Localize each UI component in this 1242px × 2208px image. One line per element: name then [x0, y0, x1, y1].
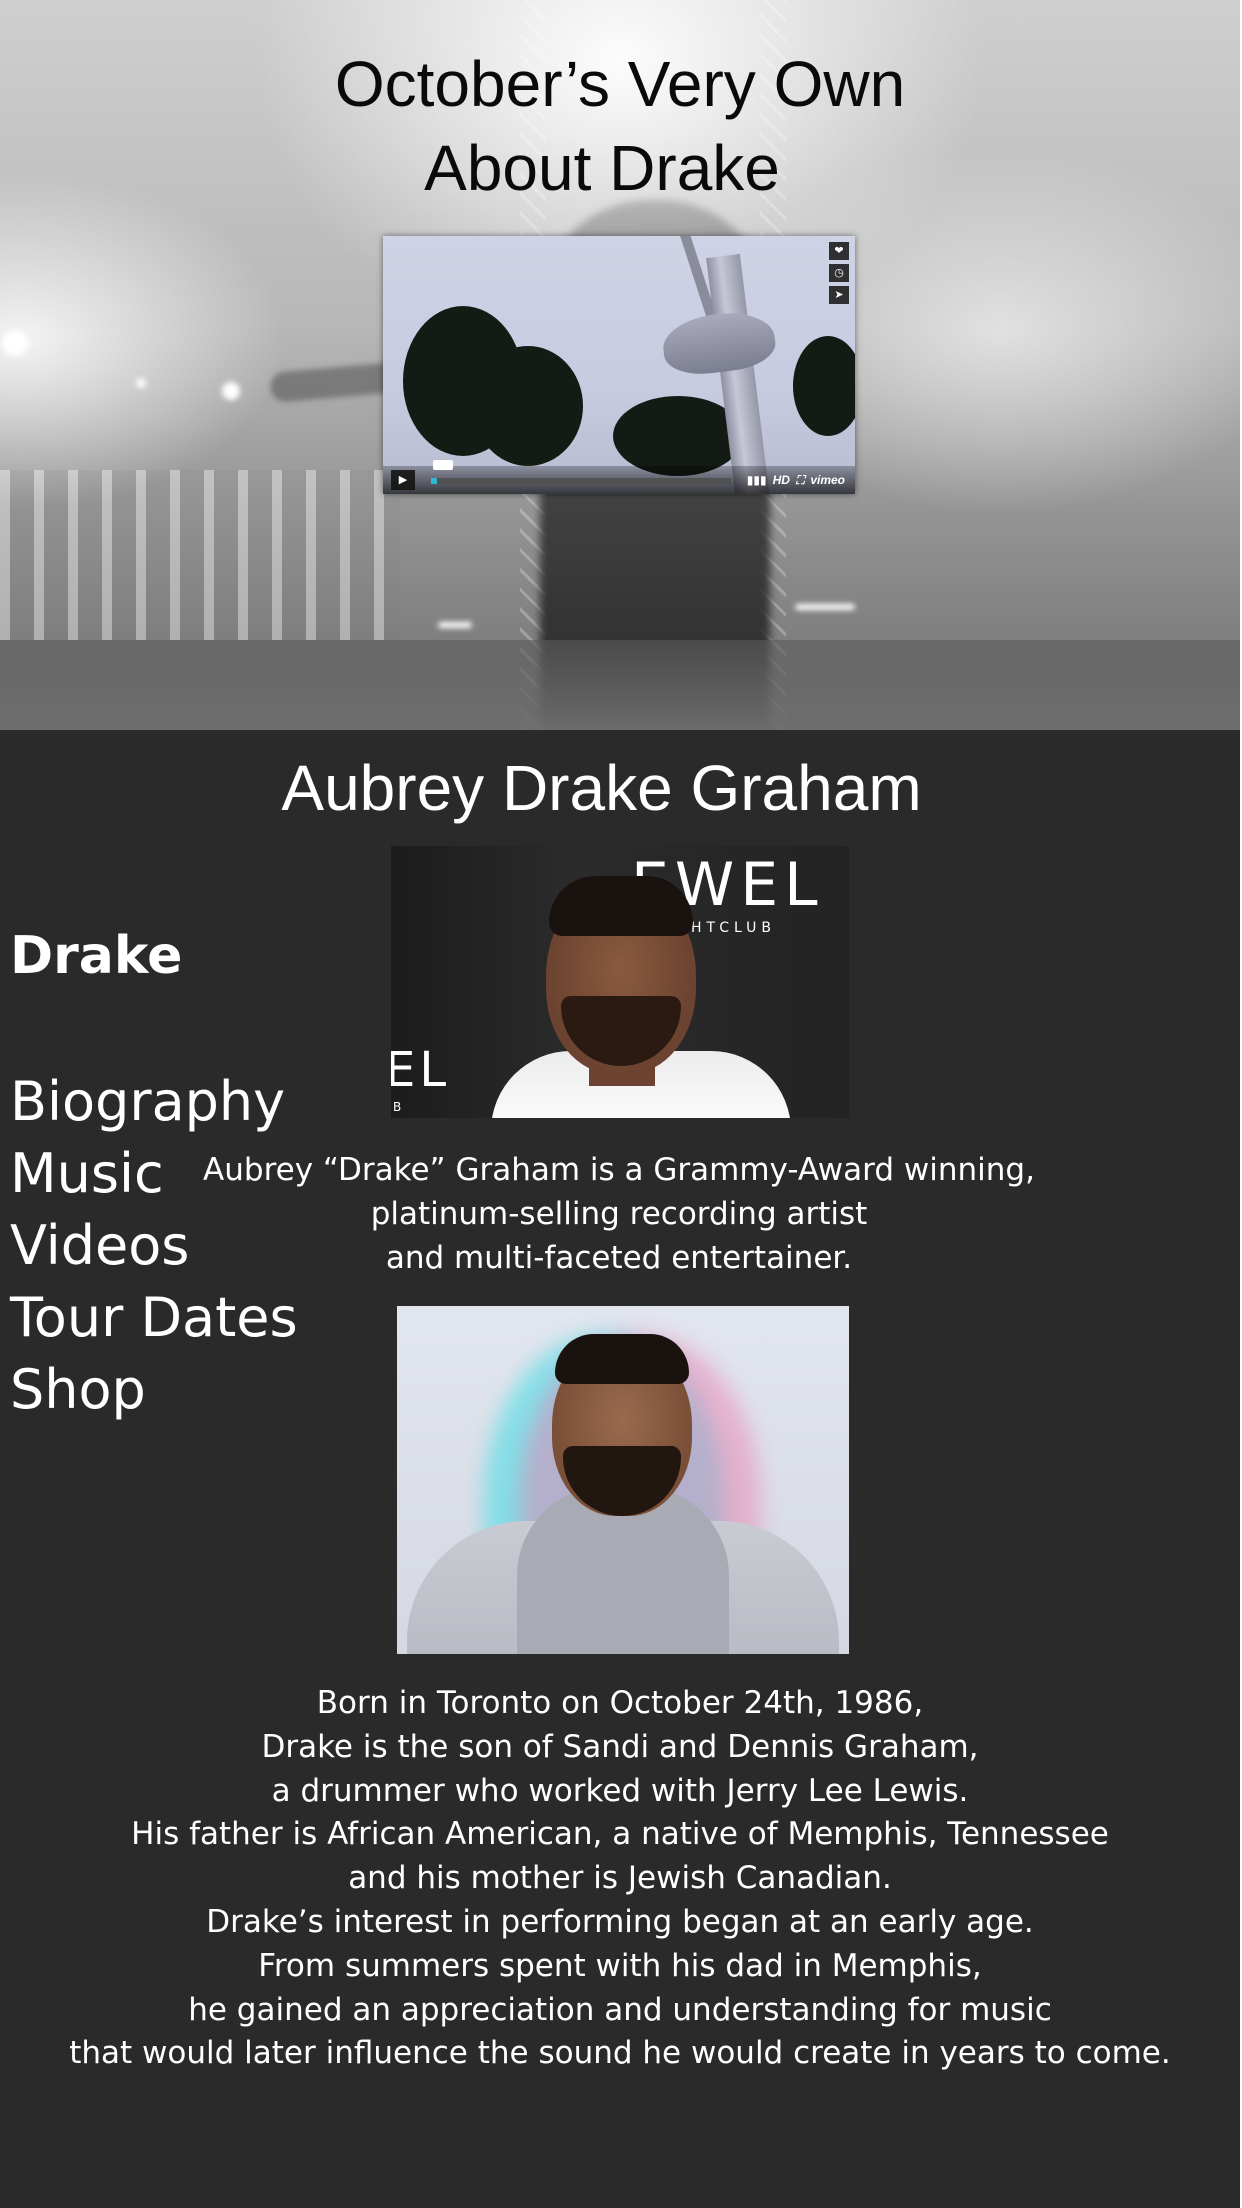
- drake-photo-portrait: [397, 1306, 849, 1654]
- stage-light: [136, 378, 146, 388]
- video-tree: [613, 396, 743, 476]
- stage-floor: [0, 640, 1240, 730]
- backdrop-left-small: B: [393, 1100, 402, 1114]
- stage-light: [222, 382, 240, 400]
- page: October’s Very Own About Drake ❤ ◷ ➤ ▶ ▮…: [0, 0, 1240, 2208]
- bio-line: Born in Toronto on October 24th, 1986,: [316, 1685, 924, 1721]
- player-control-bar: ▶ ▮▮▮ HD ⛶ vimeo: [383, 460, 855, 494]
- video-tower-pod: [659, 307, 779, 379]
- drake-photo-nightclub: EWEL HTCLUB EL B: [391, 846, 849, 1118]
- biography-paragraph: Born in Toronto on October 24th, 1986, D…: [0, 1682, 1240, 2076]
- video-player[interactable]: ❤ ◷ ➤ ▶ ▮▮▮ HD ⛶ vimeo: [383, 236, 855, 494]
- video-tree: [473, 346, 583, 466]
- photo-hair: [549, 876, 693, 936]
- bio-line: Drake’s interest in performing began at …: [206, 1903, 1034, 1940]
- nav-link-biography[interactable]: Biography: [10, 1072, 285, 1132]
- site-title: October’s Very Own: [334, 48, 906, 120]
- intro-line: and multi-faceted entertainer.: [385, 1240, 853, 1276]
- play-icon[interactable]: ▶: [391, 470, 415, 490]
- content-area: Aubrey Drake Graham Drake Biography Musi…: [0, 730, 1240, 2208]
- heart-icon[interactable]: ❤: [829, 242, 849, 260]
- progress-fill: [431, 478, 437, 484]
- video-tree: [793, 336, 855, 436]
- intro-line: Aubrey “Drake” Graham is a Grammy-Award …: [203, 1152, 1035, 1188]
- vimeo-logo[interactable]: vimeo: [810, 473, 845, 487]
- bio-line: and his mother is Jewish Canadian.: [348, 1860, 892, 1897]
- volume-icon[interactable]: ▮▮▮: [747, 473, 767, 487]
- bio-line: he gained an appreciation and understand…: [188, 1991, 1052, 2028]
- backdrop-small-text: HTCLUB: [691, 920, 776, 936]
- nav-link-shop[interactable]: Shop: [10, 1360, 146, 1420]
- bio-line: From summers spent with his dad in Memph…: [258, 1947, 982, 1984]
- photo-hair: [555, 1334, 689, 1384]
- sidebar-brand: Drake: [10, 926, 183, 986]
- stage-light: [2, 330, 28, 356]
- page-subtitle: About Drake: [424, 132, 780, 204]
- bio-line: a drummer who worked with Jerry Lee Lewi…: [271, 1772, 969, 1809]
- hero-banner: October’s Very Own About Drake ❤ ◷ ➤ ▶ ▮…: [0, 0, 1240, 730]
- stage-railing: [0, 470, 400, 640]
- bio-line: that would later influence the sound he …: [69, 2035, 1171, 2072]
- player-right-controls: ▮▮▮ HD ⛶ vimeo: [741, 473, 845, 488]
- artist-name-heading: Aubrey Drake Graham: [281, 752, 922, 824]
- backdrop-left-text: EL: [391, 1042, 451, 1098]
- bio-line: His father is African American, a native…: [131, 1816, 1109, 1853]
- time-badge: [433, 460, 453, 470]
- stage-light: [795, 604, 855, 610]
- intro-paragraph: Aubrey “Drake” Graham is a Grammy-Award …: [0, 1148, 1238, 1280]
- nav-link-tour-dates[interactable]: Tour Dates: [10, 1288, 298, 1348]
- clock-icon[interactable]: ◷: [829, 264, 849, 282]
- share-icon[interactable]: ➤: [829, 286, 849, 304]
- progress-bar[interactable]: [431, 478, 731, 484]
- intro-line: platinum-selling recording artist: [370, 1196, 868, 1232]
- player-side-controls: ❤ ◷ ➤: [829, 242, 849, 306]
- stage-light: [438, 622, 472, 628]
- fullscreen-icon[interactable]: ⛶: [796, 473, 804, 487]
- bio-line: Drake is the son of Sandi and Dennis Gra…: [261, 1728, 979, 1765]
- hd-toggle[interactable]: HD: [773, 473, 790, 487]
